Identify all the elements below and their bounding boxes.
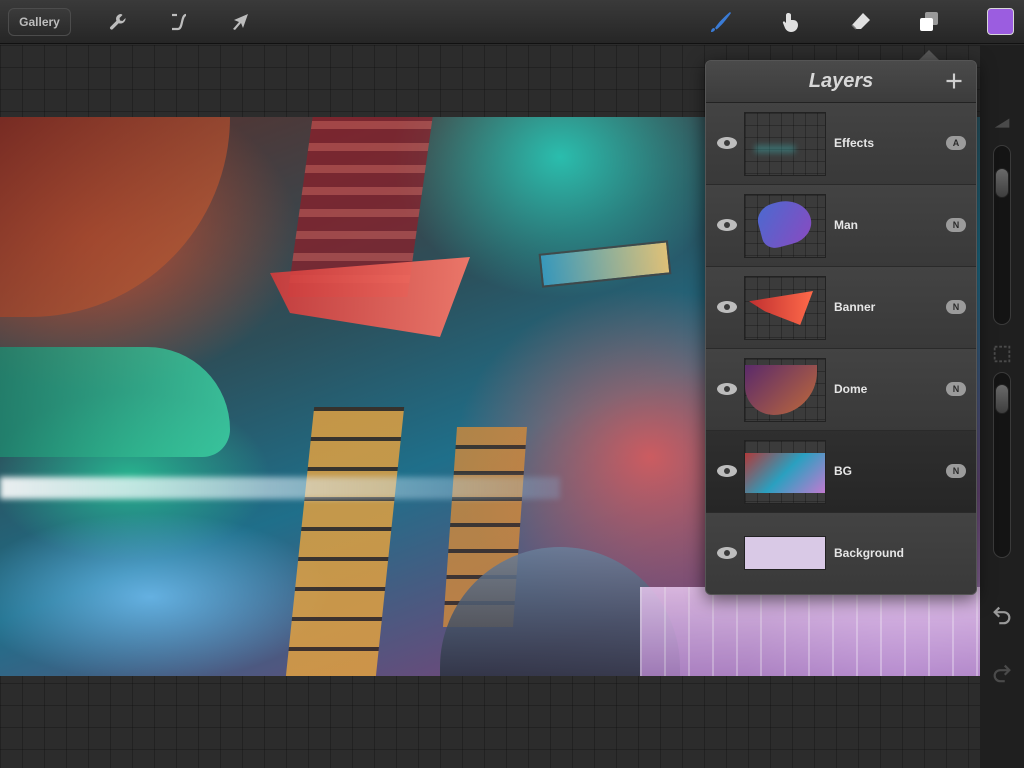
blend-mode-badge[interactable]: N <box>946 464 966 478</box>
layer-thumbnail <box>744 358 826 422</box>
layer-name: BG <box>834 464 852 478</box>
layer-thumbnail <box>744 440 826 504</box>
layer-thumbnail <box>744 194 826 258</box>
layer-row-banner[interactable]: Banner N <box>706 267 976 349</box>
brush-icon[interactable] <box>707 8 735 36</box>
redo-icon[interactable] <box>990 660 1014 684</box>
layers-panel-title: Layers <box>808 70 874 92</box>
eye-icon[interactable] <box>716 300 738 314</box>
eye-icon[interactable] <box>716 464 738 478</box>
art-grid-floor <box>640 587 980 676</box>
blend-mode-badge[interactable]: A <box>946 136 966 150</box>
top-toolbar: Gallery <box>0 0 1024 44</box>
art-tower-shape <box>285 407 405 676</box>
color-picker-swatch[interactable] <box>987 8 1014 35</box>
eye-icon[interactable] <box>716 218 738 232</box>
layer-name: Dome <box>834 382 868 396</box>
gallery-button[interactable]: Gallery <box>8 8 71 36</box>
layer-thumbnail <box>744 276 826 340</box>
layer-list: Effects A Man N Banner N Dome N BG N Bac… <box>706 103 976 594</box>
layer-row-man[interactable]: Man N <box>706 185 976 267</box>
layer-row-bg[interactable]: BG N <box>706 431 976 513</box>
opacity-icon <box>990 342 1014 366</box>
layer-name: Banner <box>834 300 876 314</box>
eraser-icon[interactable] <box>847 8 875 36</box>
layer-name: Effects <box>834 136 875 150</box>
art-bridge-shape <box>538 240 672 288</box>
blend-mode-badge[interactable]: N <box>946 218 966 232</box>
layer-row-background[interactable]: Background <box>706 513 976 594</box>
procreate-app: Gallery Layers Effects A Man N Banner N … <box>0 0 1024 768</box>
plus-icon[interactable] <box>942 69 966 93</box>
eye-icon[interactable] <box>716 546 738 560</box>
art-garden-shape <box>0 347 230 457</box>
blend-mode-badge[interactable]: N <box>946 382 966 396</box>
opacity-slider-knob[interactable] <box>995 384 1009 415</box>
undo-icon[interactable] <box>990 602 1014 626</box>
layers-panel-header: Layers <box>706 61 976 103</box>
art-dome-shape <box>0 117 230 317</box>
brush-size-slider-knob[interactable] <box>995 167 1009 198</box>
eye-icon[interactable] <box>716 136 738 150</box>
background-color-thumbnail[interactable] <box>744 536 826 570</box>
layer-name: Man <box>834 218 858 232</box>
arrow-cursor-icon[interactable] <box>226 8 254 36</box>
blend-mode-badge[interactable]: N <box>946 300 966 314</box>
layer-row-effects[interactable]: Effects A <box>706 103 976 185</box>
layer-name: Background <box>834 546 905 560</box>
eye-icon[interactable] <box>716 382 738 396</box>
curve-icon[interactable] <box>165 8 193 36</box>
wrench-icon[interactable] <box>105 8 133 36</box>
layers-icon[interactable] <box>915 8 943 36</box>
layer-row-dome[interactable]: Dome N <box>706 349 976 431</box>
layers-panel: Layers Effects A Man N Banner N Dome N B… <box>705 60 977 595</box>
layer-thumbnail <box>744 112 826 176</box>
smudge-finger-icon[interactable] <box>777 8 805 36</box>
brush-size-icon <box>990 112 1014 136</box>
art-light-beam <box>0 477 560 499</box>
